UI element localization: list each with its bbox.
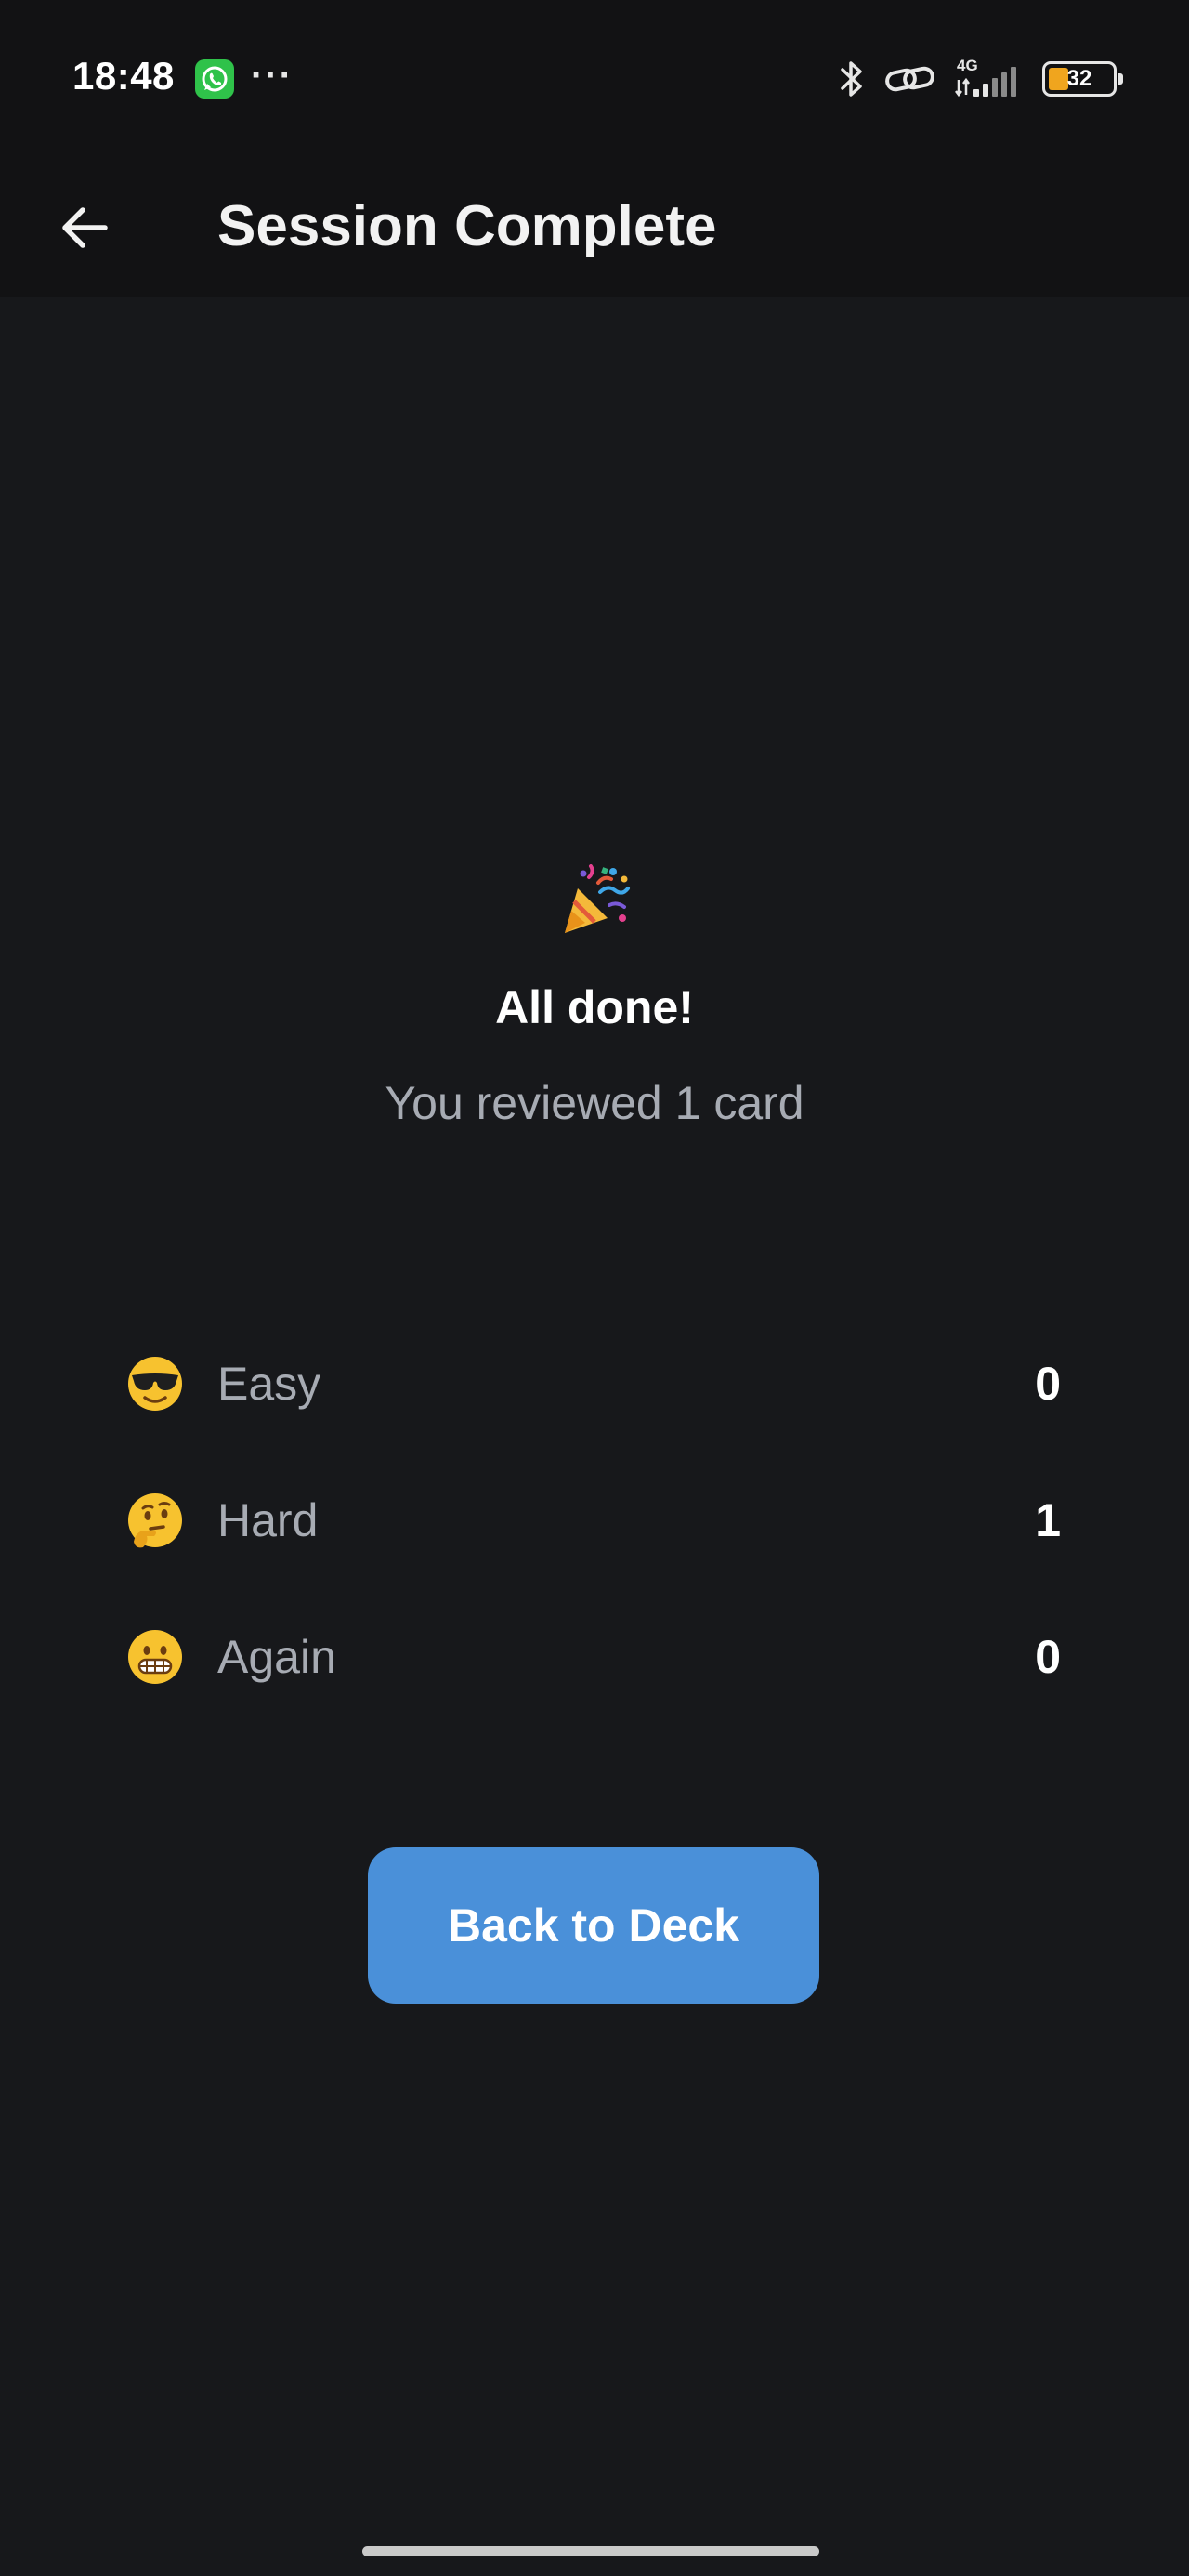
stat-label: Again — [217, 1630, 336, 1683]
status-icons: 4G 32 — [838, 56, 1123, 102]
stat-row-hard: Hard 1 — [126, 1452, 1063, 1588]
stat-row-easy: Easy 0 — [126, 1315, 1063, 1452]
link-icon — [884, 60, 936, 98]
home-indicator[interactable] — [362, 2546, 819, 2556]
battery-level: 32 — [1066, 66, 1092, 91]
sunglasses-face-icon — [126, 1355, 184, 1413]
stat-label: Easy — [217, 1357, 321, 1410]
rating-stats: Easy 0 Hard 1 Again 0 — [126, 1315, 1063, 1725]
stat-label: Hard — [217, 1493, 319, 1546]
review-summary: You reviewed 1 card — [385, 1077, 804, 1129]
app-bar: Session Complete — [0, 158, 1189, 297]
stat-count: 0 — [1035, 1357, 1061, 1410]
stat-count: 0 — [1035, 1630, 1061, 1683]
whatsapp-notification-icon — [195, 59, 234, 99]
done-heading: All done! — [495, 981, 694, 1033]
grimacing-face-icon — [126, 1628, 184, 1686]
back-button[interactable] — [43, 186, 126, 269]
party-popper-icon — [557, 864, 632, 939]
bluetooth-icon — [838, 58, 866, 100]
cellular-signal-icon: 4G — [955, 58, 1024, 100]
thinking-face-icon — [126, 1492, 184, 1549]
status-time: 18:48 — [72, 54, 175, 98]
battery-icon: 32 — [1042, 61, 1123, 97]
status-bar: 18:48 ··· 4G 32 — [0, 0, 1189, 158]
stat-row-again: Again 0 — [126, 1588, 1063, 1725]
back-to-deck-button[interactable]: Back to Deck — [368, 1847, 819, 2004]
page-title: Session Complete — [217, 194, 717, 258]
arrow-left-icon — [62, 207, 108, 248]
stat-count: 1 — [1035, 1493, 1061, 1546]
more-notifications-icon: ··· — [251, 55, 294, 96]
